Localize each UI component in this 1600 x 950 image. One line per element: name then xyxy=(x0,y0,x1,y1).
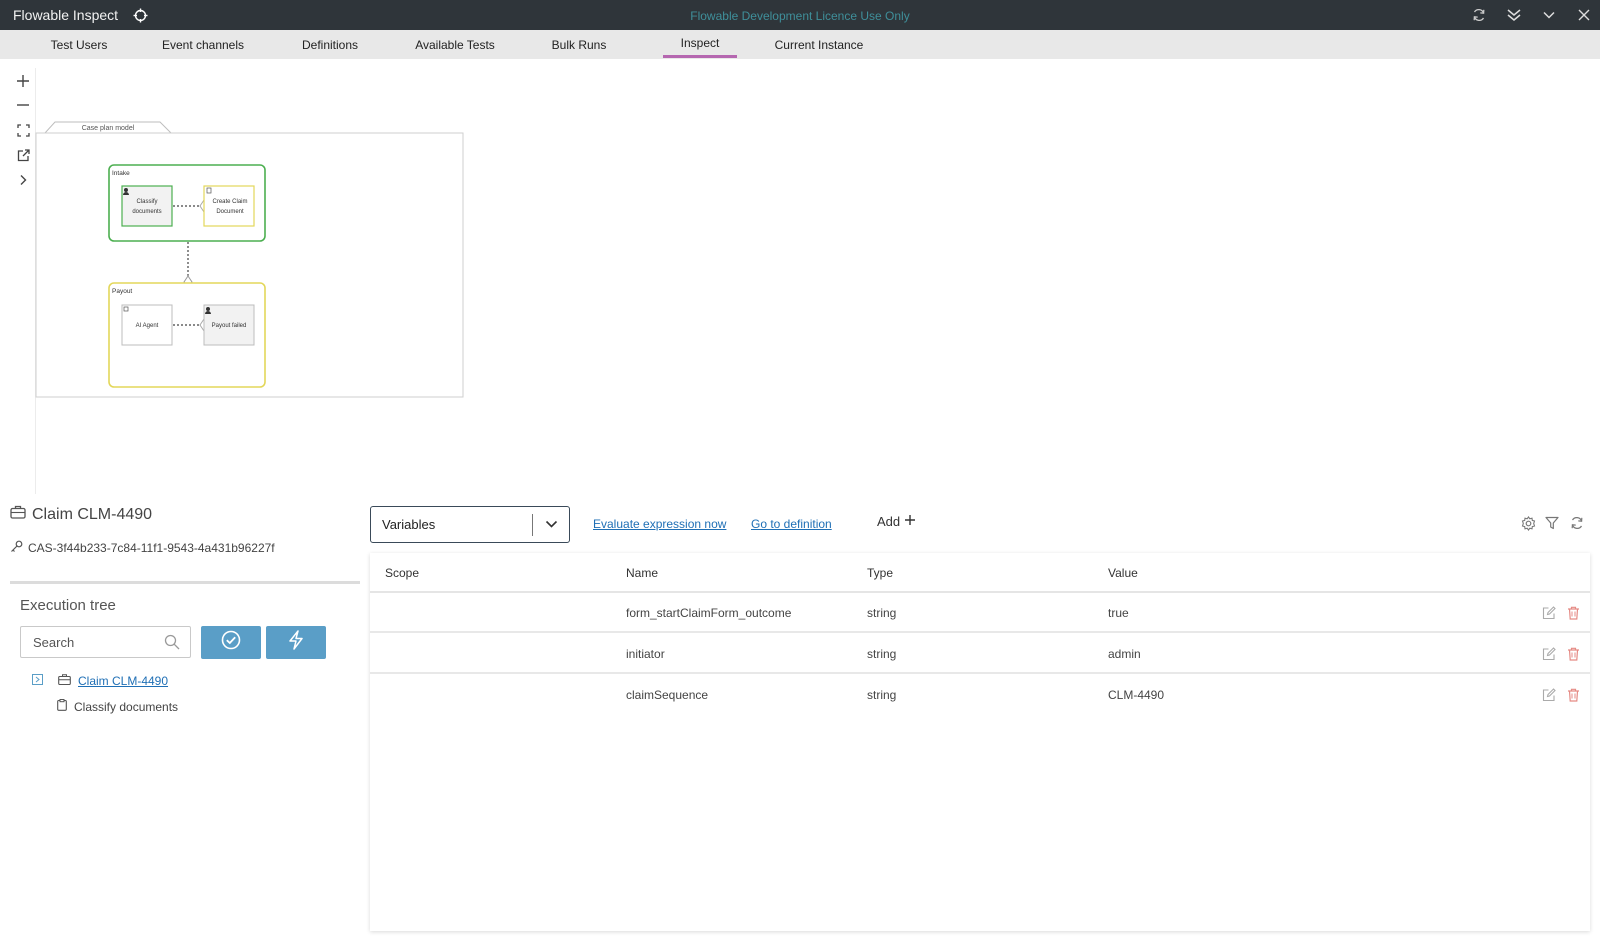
column-header-value[interactable]: Value xyxy=(1108,566,1138,580)
edit-icon[interactable] xyxy=(1541,646,1557,662)
instance-id: CAS-3f44b233-7c84-11f1-9543-4a431b96227f xyxy=(28,541,275,555)
zoom-out-icon[interactable] xyxy=(14,96,32,114)
expand-toggle-icon[interactable] xyxy=(32,674,43,688)
table-row[interactable]: claimSequence string CLM-4490 xyxy=(370,675,1590,715)
briefcase-icon xyxy=(10,505,26,524)
task-ai-agent[interactable]: AI Agent xyxy=(121,304,173,346)
task-create-claim-document[interactable]: Create Claim Document xyxy=(203,185,255,227)
instance-id-row: CAS-3f44b233-7c84-11f1-9543-4a431b96227f xyxy=(10,540,275,556)
execution-tree-title: Execution tree xyxy=(20,597,116,614)
double-chevron-down-icon[interactable] xyxy=(1505,6,1523,24)
stage-payout[interactable]: Payout AI Agent Payout failed xyxy=(108,282,266,388)
diagram-toolbar xyxy=(10,68,36,494)
complete-button[interactable] xyxy=(201,626,261,659)
check-circle-icon xyxy=(221,630,241,655)
case-plan-model: Case plan model xyxy=(35,121,464,398)
close-icon[interactable] xyxy=(1575,6,1593,24)
tab-definitions[interactable]: Definitions xyxy=(298,30,362,59)
tab-inspect[interactable]: Inspect xyxy=(663,30,737,59)
case-plan-label: Case plan model xyxy=(82,125,135,132)
delete-icon[interactable] xyxy=(1565,687,1581,703)
chevron-down-icon[interactable] xyxy=(533,507,569,542)
refresh-icon[interactable] xyxy=(1470,6,1488,24)
column-header-scope[interactable]: Scope xyxy=(385,566,419,580)
chevron-right-icon[interactable] xyxy=(14,171,32,189)
task-payout-failed[interactable]: Payout failed xyxy=(203,304,255,346)
table-row[interactable]: form_startClaimForm_outcome string true xyxy=(370,593,1590,633)
tab-test-users[interactable]: Test Users xyxy=(48,30,110,59)
case-briefcase-icon xyxy=(58,674,71,688)
fit-to-screen-icon[interactable] xyxy=(14,121,32,139)
view-select-value: Variables xyxy=(382,517,436,532)
licence-banner: Flowable Development Licence Use Only xyxy=(690,9,910,23)
cell-type: string xyxy=(867,688,897,702)
cell-name: initiator xyxy=(626,647,665,661)
tree-node-case[interactable]: Claim CLM-4490 xyxy=(32,674,168,688)
tab-available-tests[interactable]: Available Tests xyxy=(413,30,497,59)
reload-icon[interactable] xyxy=(1569,515,1585,531)
lightning-icon xyxy=(287,630,305,655)
view-select[interactable]: Variables xyxy=(370,506,570,543)
table-row[interactable]: initiator string admin xyxy=(370,634,1590,674)
settings-icon[interactable] xyxy=(1520,515,1536,531)
tree-node-case-link[interactable]: Claim CLM-4490 xyxy=(78,674,168,688)
tree-search-placeholder: Search xyxy=(33,634,75,650)
task-payout-failed-label: Payout failed xyxy=(212,323,247,329)
main-nav: Test Users Event channels Definitions Av… xyxy=(0,30,1600,59)
filter-icon[interactable] xyxy=(1544,515,1560,531)
edit-icon[interactable] xyxy=(1541,605,1557,621)
clipboard-icon xyxy=(57,699,67,714)
tree-node-task-label: Classify documents xyxy=(74,699,179,714)
task-ai-agent-label: AI Agent xyxy=(136,323,159,329)
zoom-in-icon[interactable] xyxy=(14,72,32,90)
app-title: Flowable Inspect xyxy=(13,7,119,23)
variables-table: Scope Name Type Value form_startClaimFor… xyxy=(370,553,1590,931)
crosshair-icon[interactable] xyxy=(133,8,148,23)
case-diagram: Case plan model Intake Classify documents… xyxy=(0,0,470,400)
add-label: Add xyxy=(877,514,901,529)
instance-title: Claim CLM-4490 xyxy=(32,505,153,523)
task-create-claim-label: Create Claim Document xyxy=(212,199,247,215)
key-icon xyxy=(10,540,23,556)
panel-divider xyxy=(10,581,360,584)
stage-payout-label: Payout xyxy=(112,288,132,295)
instance-header: Claim CLM-4490 xyxy=(10,505,152,524)
go-to-definition-link[interactable]: Go to definition xyxy=(751,517,832,531)
stage-intake-label: Intake xyxy=(112,170,130,177)
evaluate-expression-link[interactable]: Evaluate expression now xyxy=(593,517,726,531)
tree-search-input[interactable]: Search xyxy=(20,626,191,658)
minimize-icon[interactable] xyxy=(1540,6,1558,24)
task-classify-documents[interactable]: Classify documents xyxy=(121,185,173,227)
delete-icon[interactable] xyxy=(1565,646,1581,662)
table-header: Scope Name Type Value xyxy=(370,553,1590,593)
cell-value: admin xyxy=(1108,647,1141,661)
cell-name: claimSequence xyxy=(626,688,709,702)
tab-event-channels[interactable]: Event channels xyxy=(160,30,246,59)
cell-value: CLM-4490 xyxy=(1108,688,1165,702)
tree-node-task[interactable]: Classify documents xyxy=(57,699,178,714)
column-header-name[interactable]: Name xyxy=(626,566,658,580)
cell-type: string xyxy=(867,606,897,620)
search-icon xyxy=(164,634,180,650)
add-variable-button[interactable]: Add xyxy=(877,514,916,529)
title-bar: Flowable Inspect Flowable Development Li… xyxy=(0,0,1600,30)
cell-name: form_startClaimForm_outcome xyxy=(626,606,792,620)
column-header-type[interactable]: Type xyxy=(867,566,893,580)
edit-icon[interactable] xyxy=(1541,687,1557,703)
tab-bulk-runs[interactable]: Bulk Runs xyxy=(550,30,608,59)
cell-type: string xyxy=(867,647,897,661)
cell-value: true xyxy=(1108,606,1129,620)
tab-current-instance[interactable]: Current Instance xyxy=(772,30,866,59)
open-external-icon[interactable] xyxy=(14,146,32,164)
task-classify-label: Classify documents xyxy=(132,199,161,215)
stage-intake[interactable]: Intake Classify documents Create Claim Doc… xyxy=(108,164,266,242)
trigger-button[interactable] xyxy=(266,626,326,659)
plus-icon xyxy=(904,514,916,529)
delete-icon[interactable] xyxy=(1565,605,1581,621)
